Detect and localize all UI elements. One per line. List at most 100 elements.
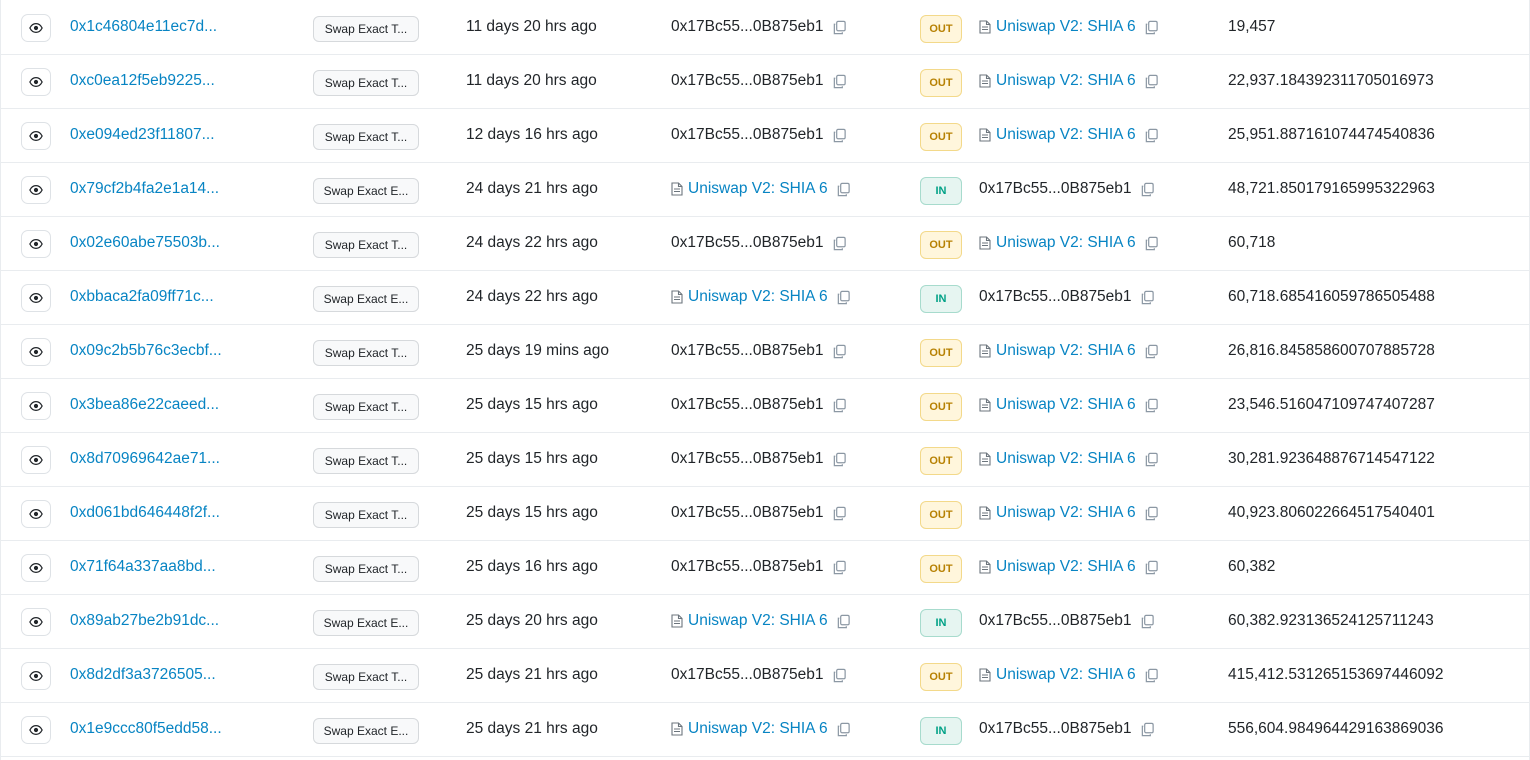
view-transaction-button[interactable] <box>21 68 51 96</box>
copy-icon[interactable] <box>832 128 847 143</box>
contract-link[interactable]: Uniswap V2: SHIA 6 <box>996 666 1136 684</box>
tx-hash-link[interactable]: 0x8d2df3a3726505... <box>70 666 216 684</box>
amount-text: 26,816.845858600707885728 <box>1228 342 1435 359</box>
address-link[interactable]: 0x17Bc55...0B875eb1 <box>671 504 824 522</box>
method-badge[interactable]: Swap Exact T... <box>313 340 419 366</box>
copy-icon[interactable] <box>836 722 851 737</box>
tx-hash-link[interactable]: 0x1c46804e11ec7d... <box>70 18 217 36</box>
tx-hash-link[interactable]: 0x02e60abe75503b... <box>70 234 220 252</box>
tx-hash-link[interactable]: 0x3bea86e22caeed... <box>70 396 219 414</box>
address-link[interactable]: 0x17Bc55...0B875eb1 <box>671 72 824 90</box>
method-badge[interactable]: Swap Exact E... <box>313 286 419 312</box>
tx-hash-link[interactable]: 0x71f64a337aa8bd... <box>70 558 216 576</box>
tx-hash-link[interactable]: 0x89ab27be2b91dc... <box>70 612 219 630</box>
method-badge[interactable]: Swap Exact E... <box>313 178 419 204</box>
tx-hash-link[interactable]: 0xc0ea12f5eb9225... <box>70 72 215 90</box>
method-badge[interactable]: Swap Exact E... <box>313 718 419 744</box>
copy-icon[interactable] <box>836 290 851 305</box>
copy-icon[interactable] <box>1140 614 1155 629</box>
method-badge[interactable]: Swap Exact T... <box>313 124 419 150</box>
address-link[interactable]: 0x17Bc55...0B875eb1 <box>671 342 824 360</box>
copy-icon[interactable] <box>1144 506 1159 521</box>
view-transaction-button[interactable] <box>21 284 51 312</box>
copy-icon[interactable] <box>832 74 847 89</box>
view-transaction-button[interactable] <box>21 230 51 258</box>
copy-icon[interactable] <box>1144 668 1159 683</box>
copy-icon[interactable] <box>836 182 851 197</box>
contract-link[interactable]: Uniswap V2: SHIA 6 <box>996 504 1136 522</box>
address-link[interactable]: 0x17Bc55...0B875eb1 <box>671 234 824 252</box>
address-link[interactable]: 0x17Bc55...0B875eb1 <box>671 450 824 468</box>
view-transaction-button[interactable] <box>21 392 51 420</box>
copy-icon[interactable] <box>832 20 847 35</box>
copy-icon[interactable] <box>1144 560 1159 575</box>
method-badge[interactable]: Swap Exact T... <box>313 448 419 474</box>
method-badge[interactable]: Swap Exact T... <box>313 502 419 528</box>
copy-icon[interactable] <box>832 344 847 359</box>
method-badge[interactable]: Swap Exact T... <box>313 232 419 258</box>
view-transaction-button[interactable] <box>21 122 51 150</box>
method-badge[interactable]: Swap Exact T... <box>313 16 419 42</box>
tx-hash-link[interactable]: 0xe094ed23f11807... <box>70 126 215 144</box>
address-link[interactable]: 0x17Bc55...0B875eb1 <box>671 18 824 36</box>
view-transaction-button[interactable] <box>21 716 51 744</box>
copy-icon[interactable] <box>832 560 847 575</box>
copy-icon[interactable] <box>1140 722 1155 737</box>
copy-icon[interactable] <box>1144 344 1159 359</box>
copy-icon[interactable] <box>1144 452 1159 467</box>
tx-hash-link[interactable]: 0xd061bd646448f2f... <box>70 504 220 522</box>
view-transaction-button[interactable] <box>21 608 51 636</box>
copy-icon[interactable] <box>1144 128 1159 143</box>
method-badge[interactable]: Swap Exact T... <box>313 556 419 582</box>
copy-icon[interactable] <box>832 236 847 251</box>
view-transaction-button[interactable] <box>21 500 51 528</box>
direction-badge: OUT <box>920 123 962 151</box>
address-link[interactable]: 0x17Bc55...0B875eb1 <box>979 612 1132 630</box>
tx-hash-link[interactable]: 0x8d70969642ae71... <box>70 450 220 468</box>
view-transaction-button[interactable] <box>21 338 51 366</box>
copy-icon[interactable] <box>832 668 847 683</box>
address-link[interactable]: 0x17Bc55...0B875eb1 <box>671 558 824 576</box>
contract-link[interactable]: Uniswap V2: SHIA 6 <box>688 720 828 738</box>
copy-icon[interactable] <box>836 614 851 629</box>
method-badge[interactable]: Swap Exact E... <box>313 610 419 636</box>
address-link[interactable]: 0x17Bc55...0B875eb1 <box>979 288 1132 306</box>
view-transaction-button[interactable] <box>21 14 51 42</box>
contract-link[interactable]: Uniswap V2: SHIA 6 <box>996 450 1136 468</box>
view-transaction-button[interactable] <box>21 554 51 582</box>
contract-link[interactable]: Uniswap V2: SHIA 6 <box>996 126 1136 144</box>
copy-icon[interactable] <box>1144 20 1159 35</box>
address-link[interactable]: 0x17Bc55...0B875eb1 <box>979 720 1132 738</box>
address-link[interactable]: 0x17Bc55...0B875eb1 <box>671 666 824 684</box>
address-link[interactable]: 0x17Bc55...0B875eb1 <box>671 126 824 144</box>
tx-hash-link[interactable]: 0x79cf2b4fa2e1a14... <box>70 180 219 198</box>
method-badge[interactable]: Swap Exact T... <box>313 70 419 96</box>
contract-link[interactable]: Uniswap V2: SHIA 6 <box>688 288 828 306</box>
method-badge[interactable]: Swap Exact T... <box>313 394 419 420</box>
tx-hash-link[interactable]: 0xbbaca2fa09ff71c... <box>70 288 214 306</box>
contract-link[interactable]: Uniswap V2: SHIA 6 <box>996 558 1136 576</box>
method-badge[interactable]: Swap Exact T... <box>313 664 419 690</box>
copy-icon[interactable] <box>1140 290 1155 305</box>
contract-link[interactable]: Uniswap V2: SHIA 6 <box>996 396 1136 414</box>
contract-link[interactable]: Uniswap V2: SHIA 6 <box>996 72 1136 90</box>
copy-icon[interactable] <box>1140 182 1155 197</box>
copy-icon[interactable] <box>832 506 847 521</box>
view-transaction-button[interactable] <box>21 176 51 204</box>
contract-link[interactable]: Uniswap V2: SHIA 6 <box>996 234 1136 252</box>
copy-icon[interactable] <box>832 398 847 413</box>
contract-link[interactable]: Uniswap V2: SHIA 6 <box>996 18 1136 36</box>
view-transaction-button[interactable] <box>21 446 51 474</box>
tx-hash-link[interactable]: 0x09c2b5b76c3ecbf... <box>70 342 222 360</box>
copy-icon[interactable] <box>1144 74 1159 89</box>
address-link[interactable]: 0x17Bc55...0B875eb1 <box>979 180 1132 198</box>
view-transaction-button[interactable] <box>21 662 51 690</box>
copy-icon[interactable] <box>1144 236 1159 251</box>
address-link[interactable]: 0x17Bc55...0B875eb1 <box>671 396 824 414</box>
copy-icon[interactable] <box>1144 398 1159 413</box>
contract-link[interactable]: Uniswap V2: SHIA 6 <box>688 180 828 198</box>
copy-icon[interactable] <box>832 452 847 467</box>
contract-link[interactable]: Uniswap V2: SHIA 6 <box>688 612 828 630</box>
tx-hash-link[interactable]: 0x1e9ccc80f5edd58... <box>70 720 222 738</box>
contract-link[interactable]: Uniswap V2: SHIA 6 <box>996 342 1136 360</box>
